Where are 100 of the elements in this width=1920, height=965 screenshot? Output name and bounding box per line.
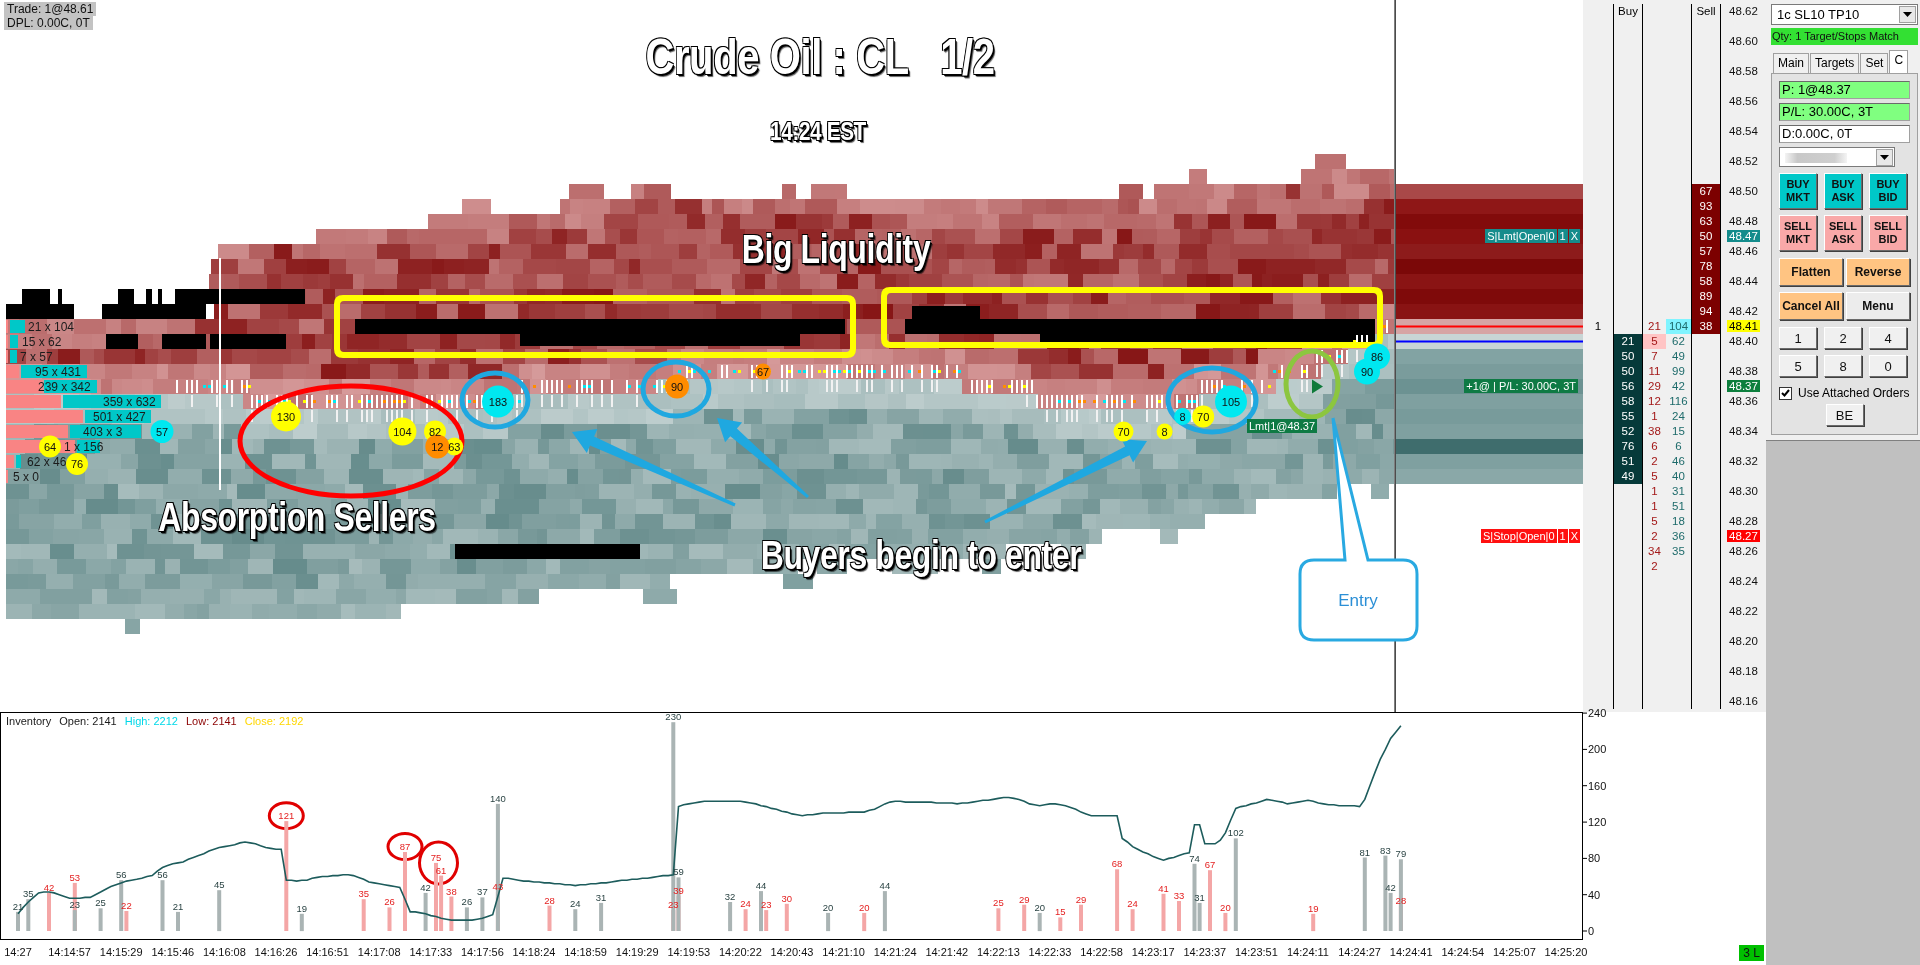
market-depth-row: 21 x 104 bbox=[6, 320, 75, 334]
x-axis-tick-label: 14:16:08 bbox=[203, 946, 246, 958]
trade-size-label: 8 bbox=[1179, 410, 1186, 423]
trade-size-label: 90 bbox=[670, 380, 684, 393]
y-axis-tick-label: 160 bbox=[1588, 779, 1607, 792]
status-field: D:0.00C, 0T bbox=[1779, 125, 1910, 143]
x-axis-tick-label: 14:21:24 bbox=[873, 946, 917, 958]
volume-label: 35 bbox=[23, 888, 34, 900]
volume-label: 61 bbox=[435, 864, 447, 876]
volume-label: 28 bbox=[544, 894, 555, 906]
annotation-label: Absorption Sellers bbox=[157, 494, 437, 541]
buy-size-cell: 49 bbox=[1613, 469, 1642, 484]
trade-size-label: 130 bbox=[276, 410, 296, 423]
x-axis-tick-label: 14:22:58 bbox=[1080, 946, 1123, 958]
trade-info-label: Trade: 1@48.61 bbox=[4, 2, 97, 16]
volume-label: 53 bbox=[69, 871, 81, 883]
volume-label: 33 bbox=[1173, 890, 1185, 901]
price-label: 48.50 bbox=[1728, 185, 1759, 197]
volume-label: 31 bbox=[595, 891, 607, 903]
volume-label: 24 bbox=[1127, 898, 1138, 910]
annotation-label: Big Liquidity bbox=[740, 226, 932, 273]
ask-volume-cell: 104 bbox=[1666, 319, 1691, 334]
position-pnl-label: +1@ | P/L: 30.00C, 3T bbox=[1464, 379, 1578, 393]
trade-size-label: 70 bbox=[1197, 410, 1210, 423]
trade-size-label: 8 bbox=[1161, 425, 1168, 438]
legend-label: Low: 2141 bbox=[185, 715, 237, 727]
trade-size-label: 76 bbox=[70, 458, 84, 470]
x-axis-tick-label: 14:19:29 bbox=[615, 946, 659, 958]
ask-volume-cell-text: 116 bbox=[1668, 394, 1689, 409]
volume-label: 25 bbox=[993, 897, 1004, 909]
volume-label: 24 bbox=[570, 898, 581, 910]
x-axis-tick-label: 14:25:20 bbox=[1544, 946, 1588, 958]
y-axis-tick-label: 200 bbox=[1588, 743, 1607, 756]
volume-label: 32 bbox=[724, 891, 736, 902]
price-label: 48.28 bbox=[1728, 515, 1759, 527]
trade-size-label: 86 bbox=[1370, 350, 1384, 363]
trade-size-label: 90 bbox=[1360, 365, 1374, 378]
volume-label: 35 bbox=[358, 888, 369, 900]
volume-label: 23 bbox=[69, 899, 81, 911]
bid-volume-cell: 11 bbox=[1642, 364, 1666, 379]
x-axis-tick-label: 14:19:53 bbox=[667, 946, 711, 958]
market-depth-row: 95 x 431 bbox=[6, 365, 87, 379]
sell-size-cell: 57 bbox=[1691, 244, 1720, 259]
order-tag-label: S|Lmt|Open|0 bbox=[1485, 229, 1557, 243]
x-axis-tick-label: 14:27 bbox=[4, 946, 32, 958]
volume-label: 30 bbox=[781, 892, 793, 904]
volume-label: 81 bbox=[1359, 846, 1371, 858]
volume-label: 44 bbox=[755, 880, 767, 892]
buy-size-cell: 50 bbox=[1613, 364, 1642, 379]
volume-label: 21 bbox=[172, 900, 184, 912]
working-order-label: Lmt|1@48.37 bbox=[1247, 419, 1317, 433]
price-label: 48.56 bbox=[1728, 95, 1759, 107]
price-label: 48.48 bbox=[1728, 215, 1759, 227]
match-status-label: Qty: 1 Target/Stops Match bbox=[1771, 28, 1918, 45]
x-axis-tick-label: 14:16:26 bbox=[254, 946, 298, 958]
bid-volume-cell: 1 bbox=[1642, 484, 1666, 499]
ask-volume-cell-text: 49 bbox=[1671, 349, 1686, 364]
callout-label: Entry bbox=[1338, 591, 1378, 610]
volume-label: 29 bbox=[1018, 893, 1030, 905]
bid-volume-cell: 2 bbox=[1642, 559, 1666, 574]
legend-label: High: 2212 bbox=[124, 715, 178, 727]
bid-volume-cell: 12 bbox=[1642, 394, 1666, 409]
market-depth-row: 501 x 427 bbox=[6, 410, 151, 424]
volume-label: 20 bbox=[1034, 901, 1045, 913]
legend-label: Open: 2141 bbox=[59, 715, 117, 727]
price-label: 48.22 bbox=[1728, 605, 1759, 617]
x-axis-tick-label: 14:21:10 bbox=[822, 946, 865, 958]
price-label: 48.26 bbox=[1728, 545, 1759, 557]
volume-label: 41 bbox=[1158, 882, 1169, 894]
market-depth-row: 403 x 3 bbox=[6, 425, 141, 439]
volume-label: 28 bbox=[1395, 894, 1407, 906]
price-label: 48.20 bbox=[1728, 635, 1759, 647]
bid-volume-cell: 1 bbox=[1642, 499, 1666, 514]
price-label: 48.30 bbox=[1728, 485, 1759, 497]
x-axis-tick-label: 14:17:33 bbox=[409, 946, 453, 958]
price-label: 48.41 bbox=[1727, 320, 1760, 332]
x-axis-tick-label: 14:17:08 bbox=[357, 946, 401, 958]
x-axis-tick-label: 14:23:51 bbox=[1235, 946, 1278, 958]
buy-size-cell: 58 bbox=[1613, 394, 1642, 409]
volume-label: 22 bbox=[121, 900, 132, 911]
volume-label: 19 bbox=[296, 902, 308, 914]
y-axis-tick-label: 0 bbox=[1588, 925, 1595, 937]
x-axis-tick-label: 14:24:11 bbox=[1287, 946, 1329, 958]
volume-label: 42 bbox=[1385, 881, 1396, 893]
volume-label: 20 bbox=[822, 901, 834, 913]
ask-volume-cell-text: 15 bbox=[1671, 424, 1686, 439]
volume-label: 56 bbox=[157, 869, 168, 881]
volume-label: 121 bbox=[278, 810, 295, 822]
buy-size-cell: 56 bbox=[1613, 379, 1642, 394]
price-label: 48.54 bbox=[1728, 125, 1759, 137]
volume-label: 23 bbox=[760, 899, 772, 911]
bid-volume-cell: 7 bbox=[1642, 349, 1666, 364]
x-axis-tick-label: 14:20:43 bbox=[770, 946, 814, 958]
price-label: 48.46 bbox=[1728, 245, 1759, 257]
volume-label: 67 bbox=[1204, 859, 1216, 871]
volume-label: 26 bbox=[384, 896, 395, 908]
x-axis-tick-label: 14:25:07 bbox=[1493, 946, 1536, 958]
buy-size-cell: 76 bbox=[1613, 439, 1642, 454]
x-axis-tick-label: 14:22:33 bbox=[1028, 946, 1072, 958]
price-label: 48.18 bbox=[1728, 665, 1759, 677]
